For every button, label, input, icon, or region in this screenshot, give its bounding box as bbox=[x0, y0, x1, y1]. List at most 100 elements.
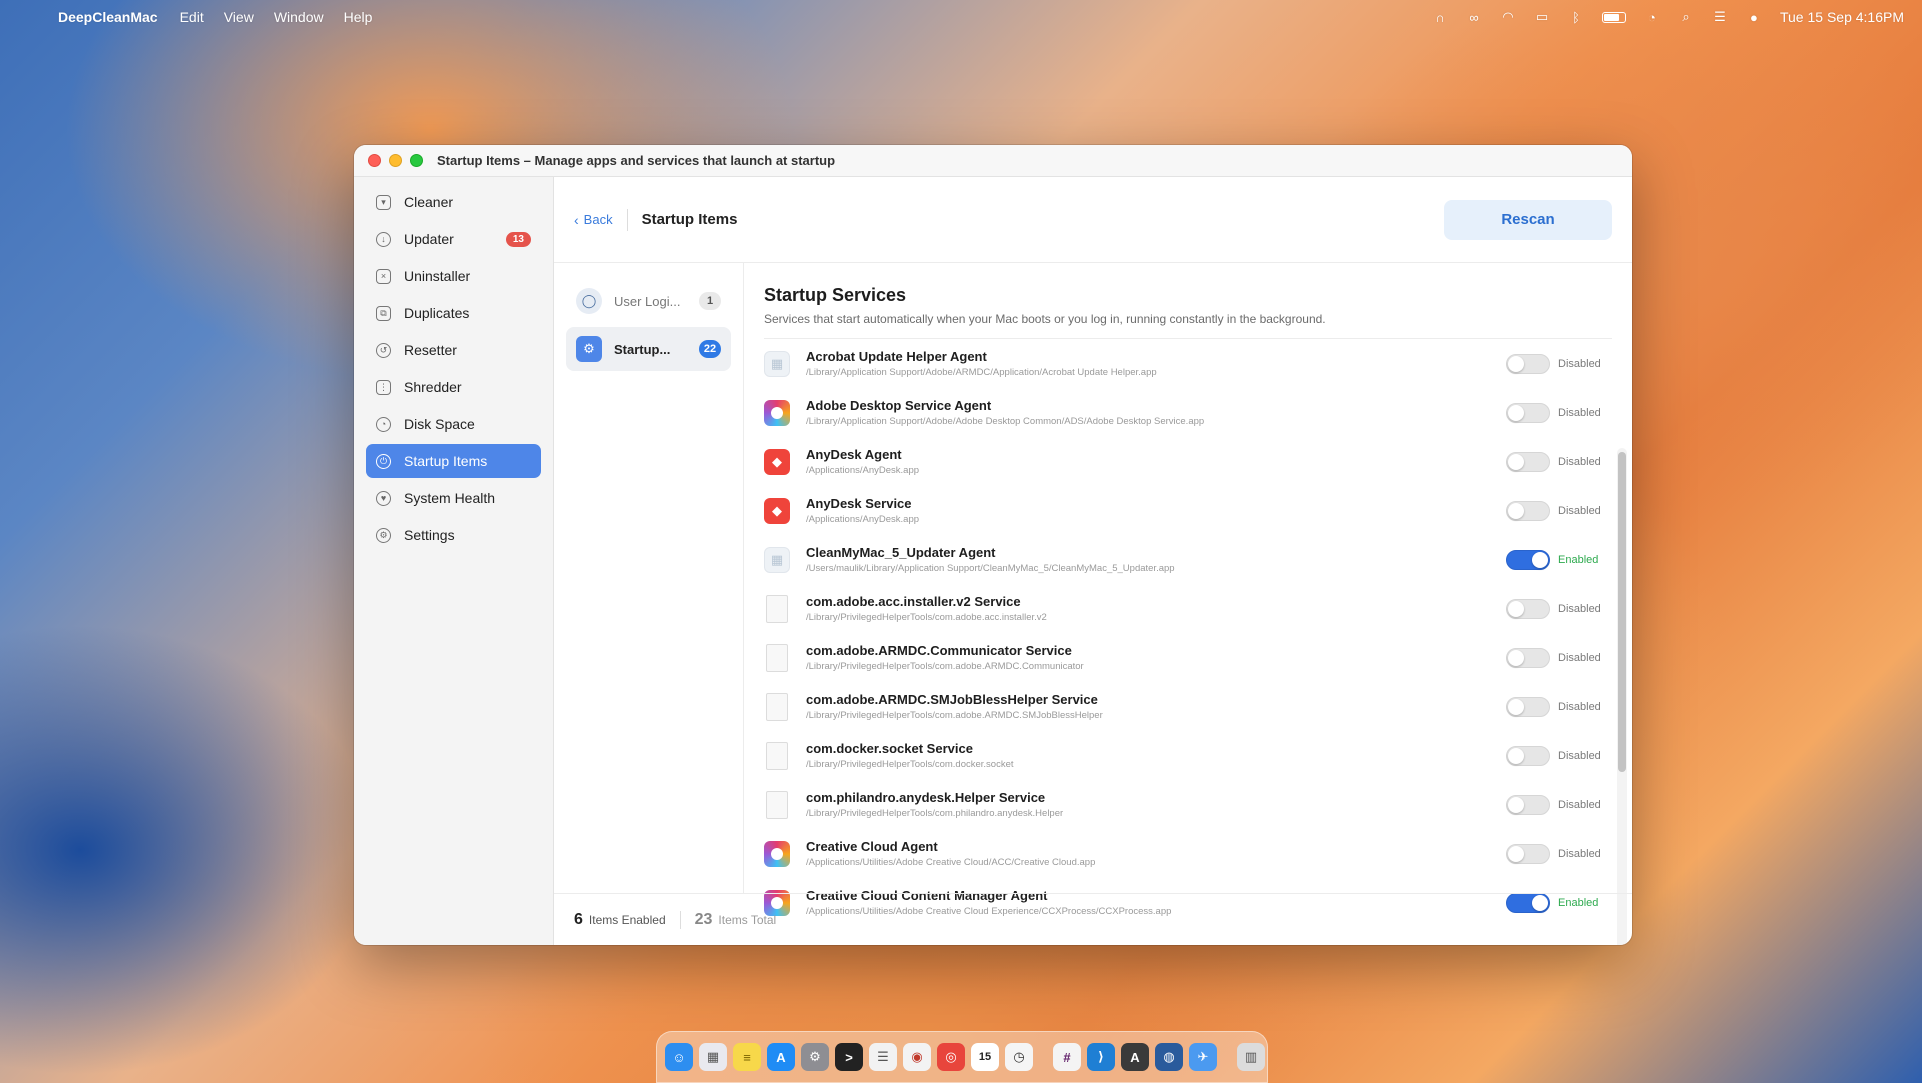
menu-bar: DeepCleanMac Edit View Window Help ∩ ∞ ◠… bbox=[0, 0, 1922, 34]
item-toggle[interactable] bbox=[1506, 500, 1550, 521]
sidebar-item-updater[interactable]: ↓ Updater 13 bbox=[366, 222, 541, 256]
back-button[interactable]: ‹ Back bbox=[574, 212, 613, 228]
item-name: AnyDesk Agent bbox=[806, 447, 902, 462]
item-toggle[interactable] bbox=[1506, 549, 1550, 570]
close-button[interactable] bbox=[368, 154, 381, 167]
menu-help[interactable]: Help bbox=[344, 9, 373, 25]
item-name: com.adobe.ARMDC.Communicator Service bbox=[806, 643, 1072, 658]
rescan-button[interactable]: Rescan bbox=[1444, 199, 1612, 240]
siri-icon[interactable]: ● bbox=[1746, 10, 1762, 25]
scrollbar-thumb[interactable] bbox=[1618, 452, 1626, 772]
terminal-icon[interactable]: > bbox=[835, 1043, 863, 1071]
sidebar-item-disk-space[interactable]: ◔ Disk Space bbox=[366, 407, 541, 441]
system-settings-icon[interactable]: ⚙ bbox=[801, 1043, 829, 1071]
window-controls bbox=[368, 154, 423, 167]
vscode-icon[interactable]: ⟩ bbox=[1087, 1043, 1115, 1071]
trash-icon[interactable]: ▥ bbox=[1237, 1043, 1265, 1071]
headphones-icon[interactable]: ∩ bbox=[1432, 10, 1448, 25]
item-name: com.philandro.anydesk.Helper Service bbox=[806, 790, 1046, 805]
airdrop-icon[interactable]: ◠ bbox=[1500, 9, 1516, 24]
creative-cloud-icon[interactable]: ∞ bbox=[1466, 10, 1482, 25]
enabled-count: 6 bbox=[574, 910, 583, 928]
notes-icon[interactable]: ≡ bbox=[733, 1043, 761, 1071]
menu-window[interactable]: Window bbox=[274, 9, 324, 25]
list-scrollbar[interactable] bbox=[1617, 448, 1627, 945]
item-toggle[interactable] bbox=[1506, 794, 1550, 815]
reminders-icon[interactable]: ☰ bbox=[869, 1043, 897, 1071]
chrome-icon[interactable]: ◎ bbox=[937, 1043, 965, 1071]
menubar-clock[interactable]: Tue 15 Sep 4:16PM bbox=[1780, 9, 1904, 25]
github-icon[interactable]: A bbox=[1121, 1043, 1149, 1071]
trash-icon: ▾ bbox=[376, 194, 391, 210]
sidebar-item-label: Resetter bbox=[404, 342, 457, 358]
finder-icon[interactable]: ☺ bbox=[665, 1043, 693, 1071]
zoom-button[interactable] bbox=[410, 154, 423, 167]
item-path: /Library/PrivilegedHelperTools/com.adobe… bbox=[806, 710, 1103, 721]
services-list[interactable]: ▦ Acrobat Update Helper Agent/Library/Ap… bbox=[764, 339, 1612, 934]
sidebar-item-system-health[interactable]: ♥ System Health bbox=[366, 481, 541, 515]
item-status: Disabled bbox=[1558, 455, 1601, 468]
item-toggle[interactable] bbox=[1506, 451, 1550, 472]
item-toggle[interactable] bbox=[1506, 843, 1550, 864]
item-path: /Library/PrivilegedHelperTools/com.phila… bbox=[806, 808, 1064, 819]
enabled-label: Items Enabled bbox=[588, 912, 666, 927]
launchpad-icon[interactable]: ▦ bbox=[699, 1043, 727, 1071]
item-toggle[interactable] bbox=[1506, 598, 1550, 619]
sidebar-item-label: Settings bbox=[404, 527, 455, 543]
sidebar-item-label: Uninstaller bbox=[404, 268, 471, 284]
list-item: com.adobe.ARMDC.Communicator Service/Lib… bbox=[764, 633, 1612, 682]
minimize-button[interactable] bbox=[389, 154, 402, 167]
category-count: 1 bbox=[699, 292, 721, 310]
sidebar-item-uninstaller[interactable]: × Uninstaller bbox=[366, 259, 541, 293]
item-status: Disabled bbox=[1558, 847, 1601, 860]
item-status: Enabled bbox=[1558, 553, 1599, 566]
item-toggle[interactable] bbox=[1506, 696, 1550, 717]
creative-cloud-app-icon bbox=[764, 399, 790, 426]
sidebar-item-settings[interactable]: ⚙ Settings bbox=[366, 518, 541, 552]
bluetooth-icon[interactable]: ᛒ bbox=[1568, 10, 1584, 25]
slack-icon[interactable]: # bbox=[1053, 1043, 1081, 1071]
sidebar-item-startup-items[interactable]: ⏻ Startup Items bbox=[366, 444, 541, 478]
sidebar-item-label: Disk Space bbox=[404, 416, 475, 432]
deepcleanmac-icon[interactable]: ◍ bbox=[1155, 1043, 1183, 1071]
document-icon bbox=[766, 692, 788, 721]
section-description: Services that start automatically when y… bbox=[764, 312, 1612, 339]
document-icon bbox=[766, 643, 788, 672]
safari-icon[interactable]: ✈ bbox=[1189, 1043, 1217, 1071]
item-toggle[interactable] bbox=[1506, 353, 1550, 374]
battery-icon[interactable] bbox=[1601, 11, 1626, 23]
spotlight-icon[interactable]: ⌕ bbox=[1678, 9, 1694, 24]
sidebar-item-label: Duplicates bbox=[404, 305, 470, 321]
sidebar-item-resetter[interactable]: ↺ Resetter bbox=[366, 333, 541, 367]
item-status: Disabled bbox=[1558, 749, 1601, 762]
podcast-icon[interactable]: ◉ bbox=[903, 1043, 931, 1071]
wifi-icon[interactable]: ◔ bbox=[1644, 10, 1660, 25]
item-toggle[interactable] bbox=[1506, 647, 1550, 668]
app-menu[interactable]: DeepCleanMac bbox=[58, 9, 158, 25]
gear-icon: ⚙ bbox=[376, 527, 391, 543]
header-divider bbox=[626, 208, 628, 231]
item-name: Creative Cloud Agent bbox=[806, 839, 938, 854]
calendar-icon[interactable]: 15 bbox=[971, 1043, 999, 1071]
control-center-icon[interactable]: ☰ bbox=[1712, 9, 1728, 24]
list-item: com.adobe.ARMDC.SMJobBlessHelper Service… bbox=[764, 682, 1612, 731]
list-item: com.docker.socket Service/Library/Privil… bbox=[764, 731, 1612, 780]
category-user-login[interactable]: ◯ User Logi... 1 bbox=[566, 279, 731, 323]
item-toggle[interactable] bbox=[1506, 745, 1550, 766]
gears-icon: ⚙ bbox=[576, 336, 602, 362]
sidebar-item-duplicates[interactable]: ⧉ Duplicates bbox=[366, 296, 541, 330]
clock-icon[interactable]: ◷ bbox=[1005, 1043, 1033, 1071]
app-store-icon[interactable]: A bbox=[767, 1043, 795, 1071]
total-count: 23 bbox=[694, 910, 713, 928]
sidebar-item-label: Cleaner bbox=[404, 194, 454, 210]
menu-edit[interactable]: Edit bbox=[180, 9, 204, 25]
menu-view[interactable]: View bbox=[224, 9, 254, 25]
category-count: 22 bbox=[699, 340, 721, 358]
sidebar-item-cleaner[interactable]: ▾ Cleaner bbox=[366, 185, 541, 219]
screen-icon[interactable]: ▭ bbox=[1534, 9, 1550, 24]
item-toggle[interactable] bbox=[1506, 402, 1550, 423]
sidebar-item-shredder[interactable]: ⋮ Shredder bbox=[366, 370, 541, 404]
item-path: /Applications/Utilities/Adobe Creative C… bbox=[806, 857, 1096, 868]
category-startup-services[interactable]: ⚙ Startup... 22 bbox=[566, 327, 731, 371]
reset-icon: ↺ bbox=[376, 342, 391, 358]
